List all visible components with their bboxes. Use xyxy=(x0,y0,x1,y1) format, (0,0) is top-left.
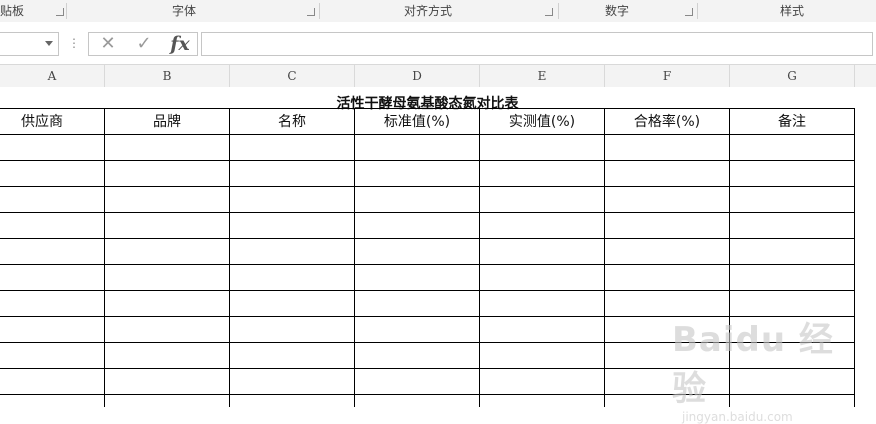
ribbon-group-number-label: 数字 xyxy=(605,4,630,18)
table-border-line xyxy=(854,108,855,407)
column-header-e[interactable]: E xyxy=(480,65,605,87)
table-border-line xyxy=(0,264,855,265)
table-border-line xyxy=(0,290,855,291)
header-cell-measured-value[interactable]: 实测值(%) xyxy=(480,108,604,134)
header-cell-standard-value[interactable]: 标准值(%) xyxy=(355,108,479,134)
ribbon-group-number: 数字 xyxy=(559,0,697,22)
table-border-line xyxy=(104,108,105,407)
header-cell-brand[interactable]: 品牌 xyxy=(105,108,229,134)
table-border-line xyxy=(229,108,230,407)
column-header-a[interactable]: A xyxy=(0,65,105,87)
cancel-icon[interactable]: ✕ xyxy=(93,33,123,55)
baidu-jingyan-watermark: Baidu 经验 jingyan.baidu.com xyxy=(672,312,852,424)
watermark-brand: Baidu 经验 xyxy=(672,320,834,409)
header-cell-pass-rate[interactable]: 合格率(%) xyxy=(605,108,729,134)
table-border-line xyxy=(0,368,855,369)
table-border-line xyxy=(354,108,355,407)
splitter-dots-icon[interactable]: ⋮ xyxy=(68,36,80,50)
table-border-line xyxy=(0,316,855,317)
column-header-row: A B C D E F G xyxy=(0,64,876,88)
enter-check-icon[interactable]: ✓ xyxy=(129,33,159,55)
watermark-url: jingyan.baidu.com xyxy=(682,410,793,424)
column-header-g[interactable]: G xyxy=(730,65,855,87)
table-border-line xyxy=(0,160,855,161)
ribbon-group-clipboard-label: 贴板 xyxy=(0,4,25,18)
table-border-line xyxy=(0,238,855,239)
name-box[interactable] xyxy=(0,32,59,56)
clipboard-dialog-launcher-icon[interactable] xyxy=(56,8,64,16)
header-cell-supplier[interactable]: 供应商 xyxy=(0,108,84,134)
ribbon-group-alignment: 对齐方式 xyxy=(320,0,558,22)
ribbon-group-styles: 样式 xyxy=(698,0,876,22)
ribbon-group-alignment-label: 对齐方式 xyxy=(404,4,453,18)
number-dialog-launcher-icon[interactable] xyxy=(685,8,693,16)
table-border-line xyxy=(604,108,605,407)
column-header-b[interactable]: B xyxy=(105,65,230,87)
table-border-line xyxy=(479,108,480,407)
formula-buttons: ✕ ✓ fx xyxy=(88,32,198,56)
font-dialog-launcher-icon[interactable] xyxy=(307,8,315,16)
table-border-line xyxy=(0,342,855,343)
ribbon-group-clipboard: 贴板 xyxy=(0,0,66,22)
header-cell-remarks[interactable]: 备注 xyxy=(730,108,854,134)
ribbon-group-font-label: 字体 xyxy=(172,4,197,18)
table-border-line xyxy=(0,212,855,213)
table-border-line xyxy=(0,134,855,135)
formula-bar: ⋮ ✕ ✓ fx xyxy=(0,22,876,64)
table-border-line xyxy=(729,108,730,407)
ribbon-group-styles-label: 样式 xyxy=(780,4,805,18)
ribbon-group-labels: 贴板 字体 对齐方式 数字 样式 xyxy=(0,0,876,23)
alignment-dialog-launcher-icon[interactable] xyxy=(545,8,553,16)
table-border-line xyxy=(0,186,855,187)
chevron-down-icon[interactable] xyxy=(45,41,53,46)
column-header-c[interactable]: C xyxy=(230,65,355,87)
table-border-line xyxy=(0,394,855,395)
ribbon-group-font: 字体 xyxy=(67,0,319,22)
column-header-d[interactable]: D xyxy=(355,65,480,87)
insert-function-icon[interactable]: fx xyxy=(165,33,195,55)
column-header-f[interactable]: F xyxy=(605,65,730,87)
worksheet-grid[interactable]: 活性干酵母氨基酸态氮对比表 供应商 品牌 名称 标准值(%) 实测值(%) 合格… xyxy=(0,87,876,424)
header-cell-name[interactable]: 名称 xyxy=(230,108,354,134)
formula-input[interactable] xyxy=(201,32,873,56)
